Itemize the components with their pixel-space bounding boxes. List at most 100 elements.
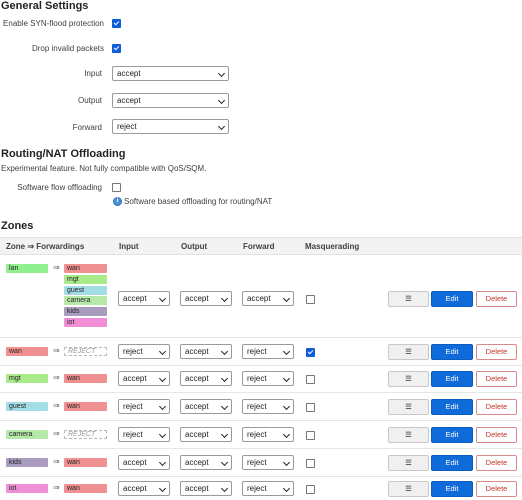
zone-output-select-value: accept [185,346,209,356]
zone-output-select-value: accept [185,457,209,467]
input-policy-select[interactable]: accept [112,66,229,81]
zone-input-select[interactable]: reject [118,426,170,442]
delete-zone-button[interactable]: Delete [476,398,517,415]
drag-menu-button[interactable]: ☰ [388,481,429,497]
forward-arrow-icon: ⇒ [53,263,60,272]
delete-zone-button[interactable]: Delete [476,454,517,471]
zone-input-select[interactable]: reject [118,398,170,414]
chevron-down-icon [220,294,229,303]
forward-policy-select[interactable]: reject [112,119,229,134]
forward-policy-value: reject [117,122,137,131]
delete-zone-button[interactable]: Delete [476,481,517,497]
zone-forward-select[interactable]: reject [242,454,294,470]
zone-output-select[interactable]: accept [180,454,232,470]
forward-tag-reject: REJECT [64,346,107,356]
edit-zone-button[interactable]: Edit [431,370,473,387]
zone-output-select[interactable]: accept [180,398,232,414]
zone-input-select[interactable]: accept [118,291,170,306]
chevron-down-icon [220,402,229,410]
zone-output-select[interactable]: accept [180,291,232,306]
zone-output-select[interactable]: accept [180,343,232,359]
chevron-down-icon [282,484,291,493]
output-policy-select[interactable]: accept [112,93,229,108]
chevron-down-icon [158,374,167,382]
drag-menu-button[interactable]: ☰ [388,291,429,307]
forward-tag-wan: wan [64,264,107,273]
zone-forward-select[interactable]: reject [242,343,294,359]
forward-tag-iot: iot [64,318,107,327]
chevron-down-icon [217,96,226,105]
edit-zone-button[interactable]: Edit [431,291,473,307]
chevron-down-icon [220,484,229,493]
zone-input-select-value: accept [123,373,147,383]
forward-arrow-icon: ⇒ [53,400,60,410]
delete-zone-button[interactable]: Delete [476,426,517,443]
zone-output-select[interactable]: accept [180,481,232,496]
masquerading-checkbox[interactable] [306,402,315,412]
chevron-down-icon [158,294,167,303]
masquerading-checkbox[interactable] [306,374,315,384]
edit-zone-button[interactable]: Edit [431,398,473,415]
masquerading-checkbox[interactable] [306,430,315,440]
zone-forward-select-value: reject [247,484,267,493]
forward-tag-wan: wan [64,484,107,493]
drag-menu-button[interactable]: ☰ [388,370,429,387]
masquerading-checkbox[interactable] [306,295,315,304]
zone-input-select-value: accept [123,294,147,303]
zone-input-select-value: reject [123,346,143,356]
zone-input-select[interactable]: accept [118,370,170,386]
flow-offloading-checkbox[interactable] [112,183,121,192]
drag-menu-button[interactable]: ☰ [388,398,429,415]
flow-offloading-label: Software flow offloading [17,183,102,192]
masquerading-checkbox[interactable] [306,458,315,468]
edit-zone-button[interactable]: Edit [431,343,473,360]
zone-output-select[interactable]: accept [180,426,232,442]
zone-output-select-value: accept [185,429,209,439]
delete-zone-button[interactable]: Delete [476,291,517,307]
drop-invalid-checkbox[interactable] [112,44,121,53]
row-divider [0,337,522,338]
delete-zone-button[interactable]: Delete [476,370,517,387]
chevron-down-icon [220,430,229,438]
zone-input-select[interactable]: reject [118,343,170,359]
zone-forward-select[interactable]: reject [242,398,294,414]
edit-zone-button[interactable]: Edit [431,454,473,471]
zone-forward-select[interactable]: reject [242,481,294,496]
zone-forward-select[interactable]: reject [242,426,294,442]
forward-arrow-icon: ⇒ [53,345,60,355]
zone-input-select[interactable]: accept [118,454,170,470]
drag-menu-button[interactable]: ☰ [388,454,429,471]
edit-zone-button[interactable]: Edit [431,481,473,497]
zone-input-select-value: reject [123,401,143,411]
zone-forward-select[interactable]: reject [242,370,294,386]
flow-offloading-hint: Software based offloading for routing/NA… [124,197,273,206]
zone-tag-mgt: mgt [6,373,48,383]
zone-tag-iot: iot [6,484,48,493]
row-divider [0,392,522,393]
zone-output-select[interactable]: accept [180,370,232,386]
drag-menu-button[interactable]: ☰ [388,343,429,360]
forward-arrow-icon: ⇒ [53,372,60,382]
chevron-down-icon [220,347,229,355]
zone-output-select-value: accept [185,373,209,383]
drop-invalid-label: Drop invalid packets [31,44,104,53]
chevron-down-icon [217,122,226,131]
forward-policy-label: Forward [72,123,102,132]
delete-zone-button[interactable]: Delete [476,343,517,360]
chevron-down-icon [282,374,291,382]
masquerading-checkbox[interactable] [306,485,315,494]
chevron-down-icon [282,294,291,303]
zone-forward-select[interactable]: accept [242,291,294,306]
syn-flood-checkbox[interactable] [112,19,121,28]
zone-input-select[interactable]: accept [118,481,170,496]
zone-forward-select-value: reject [247,346,267,356]
edit-zone-button[interactable]: Edit [431,426,473,443]
zone-forward-select-value: reject [247,429,267,439]
chevron-down-icon [220,458,229,466]
masquerading-checkbox[interactable] [306,347,315,357]
drag-menu-button[interactable]: ☰ [388,426,429,443]
zone-tag-camera: camera [6,429,48,439]
offloading-note: Experimental feature. Not fully compatib… [1,164,207,173]
row-divider [0,420,522,421]
chevron-down-icon [282,347,291,355]
